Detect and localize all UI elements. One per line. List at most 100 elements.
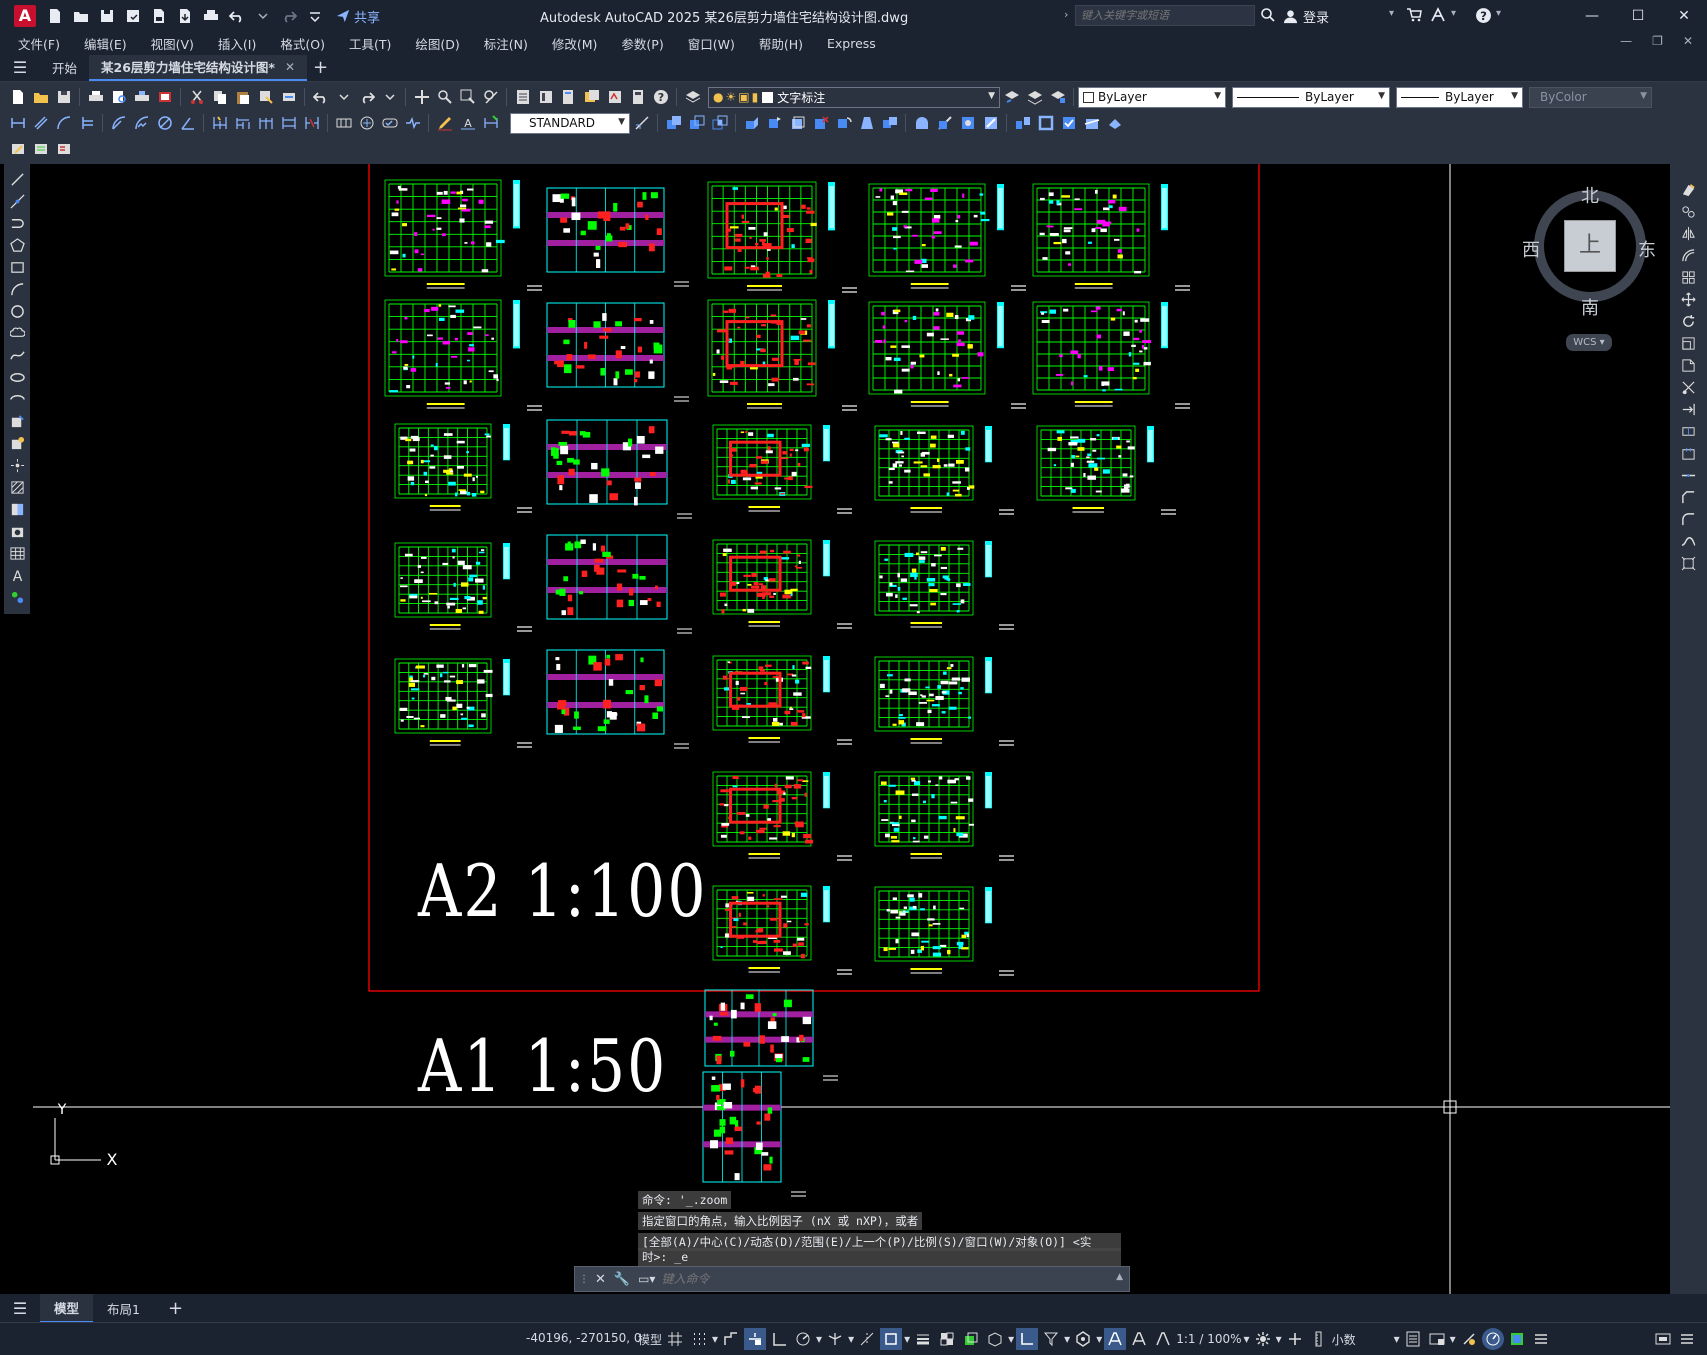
close-icon[interactable]: ✕ [1661, 0, 1707, 32]
lineweight-display-icon[interactable] [912, 1328, 934, 1350]
new-file-icon[interactable] [45, 7, 65, 25]
redo-icon[interactable] [279, 7, 299, 25]
quick-dimension-icon[interactable] [210, 113, 230, 133]
save-icon[interactable] [54, 87, 74, 107]
fullscreen-icon[interactable] [1652, 1328, 1674, 1350]
linear-dimension-icon[interactable] [8, 113, 28, 133]
wrench-icon[interactable]: 🔧 [614, 1272, 630, 1287]
ellipse-icon[interactable] [8, 368, 26, 386]
thicken-icon[interactable] [1105, 113, 1125, 133]
detail-sheet-27[interactable] [704, 989, 838, 1081]
detail-sheet-6[interactable] [546, 302, 689, 402]
isometric-dropdown-icon[interactable]: ▾ [848, 1332, 854, 1346]
circle-icon[interactable] [8, 302, 26, 320]
a360-dropdown-icon[interactable]: ▾ [1451, 8, 1456, 19]
solid-union-icon[interactable] [664, 113, 684, 133]
point-icon[interactable] [8, 456, 26, 474]
inspection-icon[interactable] [380, 113, 400, 133]
chevron-down-icon[interactable] [253, 7, 273, 25]
center-mark-icon[interactable] [357, 113, 377, 133]
workspace-switching-icon[interactable] [1252, 1328, 1274, 1350]
line-icon[interactable] [8, 170, 26, 188]
pan-icon[interactable] [412, 87, 432, 107]
make-block-icon[interactable] [8, 434, 26, 452]
detail-sheet-28[interactable] [702, 1071, 806, 1197]
detail-sheet-9[interactable] [546, 649, 689, 749]
color-dropdown[interactable]: ByLayer ▼ [1078, 86, 1226, 108]
solid-subtract-icon[interactable] [687, 113, 707, 133]
help-icon[interactable]: ? [1475, 7, 1492, 28]
fillet-icon[interactable] [1679, 510, 1697, 528]
detail-sheet-7[interactable] [546, 419, 692, 519]
jogged-dimension-icon[interactable] [132, 113, 152, 133]
drawing-sheet-23[interactable] [874, 886, 1014, 976]
jogged-linear-icon[interactable] [403, 113, 423, 133]
tab-model[interactable]: 模型 [40, 1293, 94, 1323]
taper-faces-icon[interactable] [857, 113, 877, 133]
selection-filter-icon[interactable] [1040, 1328, 1062, 1350]
units-value[interactable]: 小数 [1332, 1331, 1392, 1348]
layer-previous-icon[interactable] [1025, 87, 1045, 107]
drawing-sheet-10[interactable] [707, 181, 857, 293]
doc-close-icon[interactable]: ✕ [1683, 34, 1693, 48]
ellipse-arc-icon[interactable] [8, 390, 26, 408]
snap-dropdown-icon[interactable]: ▾ [712, 1332, 718, 1346]
save-icon[interactable] [97, 7, 117, 25]
drawing-sheet-17[interactable] [868, 183, 1026, 291]
ortho-icon[interactable] [768, 1328, 790, 1350]
login-button[interactable]: 登录 [1283, 7, 1329, 26]
tool-palettes-icon[interactable] [559, 87, 579, 107]
paste-icon[interactable] [233, 87, 253, 107]
copy-edges-icon[interactable] [935, 113, 955, 133]
drawing-sheet-3[interactable] [394, 542, 532, 632]
rotate-icon[interactable] [1679, 312, 1697, 330]
3d-object-snap-icon[interactable] [984, 1328, 1006, 1350]
sheet-set-icon[interactable] [582, 87, 602, 107]
detail-sheet-8[interactable] [546, 534, 692, 634]
construction-line-icon[interactable] [8, 192, 26, 210]
markup-icon[interactable] [605, 87, 625, 107]
lock-ui-icon[interactable] [1426, 1328, 1448, 1350]
annotation-scale-value[interactable]: 1:1 / 100% [1176, 1332, 1241, 1346]
separate-icon[interactable] [1013, 113, 1033, 133]
drawing-sheet-4[interactable] [394, 658, 532, 748]
break-icon[interactable] [1679, 444, 1697, 462]
drawing-sheet-1[interactable] [384, 299, 542, 411]
drawing-sheet-18[interactable] [868, 301, 1026, 409]
save-web-icon[interactable] [175, 7, 195, 25]
transparency-icon[interactable] [936, 1328, 958, 1350]
layout-menu-icon[interactable]: ☰ [0, 1299, 40, 1318]
wcs-menu-button[interactable]: WCS ▾ [1566, 334, 1612, 351]
viewcube[interactable]: 上 北 南 东 西 [1522, 184, 1656, 319]
drawing-sheet-19[interactable] [874, 425, 1014, 515]
share-button[interactable]: 共享 [336, 7, 380, 26]
search-icon[interactable] [1260, 7, 1276, 27]
menu-draw[interactable]: 绘图(D) [415, 34, 459, 53]
plot-icon[interactable] [201, 7, 221, 25]
annotation-scale-icon[interactable] [1152, 1328, 1174, 1350]
auto-scale-icon[interactable] [1128, 1328, 1150, 1350]
ordinate-dimension-icon[interactable] [77, 113, 97, 133]
arc-icon[interactable] [8, 280, 26, 298]
clean-icon[interactable] [981, 113, 1001, 133]
units-dropdown-icon[interactable]: ▾ [1394, 1332, 1400, 1346]
move-faces-icon[interactable] [765, 113, 785, 133]
dimension-style-icon[interactable] [632, 113, 652, 133]
viewcube-top-face[interactable]: 上 [1564, 220, 1616, 272]
tab-layout1[interactable]: 布局1 [93, 1295, 154, 1322]
drawing-sheet-26[interactable] [1036, 425, 1176, 515]
doc-restore-icon[interactable]: ❐ [1652, 34, 1663, 48]
model-space-toggle[interactable]: 模型 [638, 1331, 662, 1348]
rectangle-icon[interactable] [8, 258, 26, 276]
radius-dimension-icon[interactable] [109, 113, 129, 133]
drawing-sheet-2[interactable] [394, 423, 532, 513]
drawing-sheet-25[interactable] [1032, 301, 1190, 409]
extend-icon[interactable] [1679, 400, 1697, 418]
3d-snap-dropdown-icon[interactable]: ▾ [1008, 1332, 1014, 1346]
drawing-sheet-22[interactable] [874, 771, 1014, 861]
quick-properties-icon[interactable] [1402, 1328, 1424, 1350]
blend-curves-icon[interactable] [1679, 532, 1697, 550]
menu-insert[interactable]: 插入(I) [218, 34, 256, 53]
stretch-icon[interactable] [1679, 356, 1697, 374]
menu-express[interactable]: Express [827, 36, 876, 51]
